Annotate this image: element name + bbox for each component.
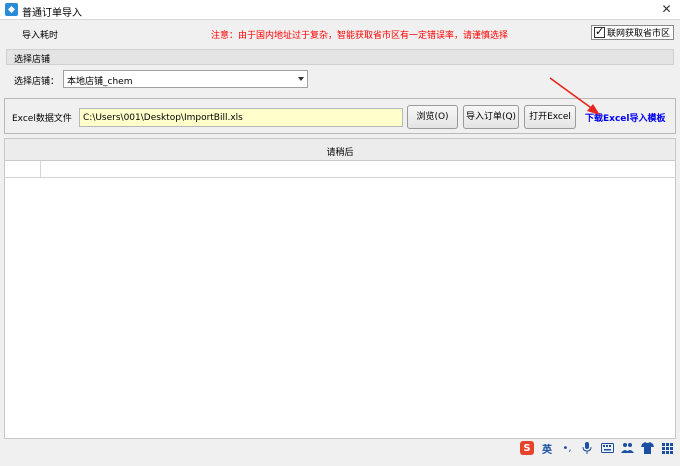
ime-language-toggle[interactable]: 英	[540, 441, 554, 456]
network-checkbox-label: 联网获取省市区	[606, 29, 670, 39]
annotation-arrow-icon	[549, 77, 600, 115]
excel-path-value: C:\Users\001\Desktop\ImportBill.xls	[83, 113, 243, 123]
grid-icon[interactable]	[660, 441, 674, 455]
grid-column-separator	[40, 161, 41, 178]
punctuation-icon[interactable]: •,	[560, 441, 574, 455]
app-icon	[5, 3, 18, 16]
checkbox-checked-icon[interactable]	[593, 25, 605, 38]
import-orders-button[interactable]: 导入订单(Q)	[463, 105, 519, 129]
browse-button[interactable]: 浏览(O)	[407, 105, 458, 129]
window-title: 普通订单导入	[22, 8, 82, 19]
store-section-header: 选择店铺	[6, 49, 674, 65]
title-bar: 普通订单导入 ✕	[0, 0, 680, 20]
notice-text: 注意：由于国内地址过于复杂，智能获取省市区有一定错误率，请谨慎选择	[211, 31, 509, 41]
sogou-ime-icon[interactable]: S	[520, 441, 534, 455]
microphone-icon[interactable]	[580, 441, 594, 455]
grid-header	[5, 161, 675, 178]
excel-path-input[interactable]: C:\Users\001\Desktop\ImportBill.xls	[79, 108, 403, 127]
store-label: 选择店铺：	[14, 77, 60, 87]
store-section-title: 选择店铺	[14, 55, 51, 65]
status-bar: 请稍后	[4, 138, 676, 161]
shirt-icon[interactable]	[640, 441, 654, 455]
people-icon[interactable]	[620, 441, 634, 455]
store-selected-value: 本地店铺_chem	[67, 77, 133, 87]
status-text: 请稍后	[326, 148, 354, 158]
excel-file-label: Excel数据文件	[12, 114, 72, 124]
keyboard-icon[interactable]	[600, 441, 614, 455]
dropdown-arrow-icon[interactable]	[298, 77, 304, 81]
import-time-label: 导入耗时	[22, 31, 59, 41]
top-bar: 导入耗时 注意：由于国内地址过于复杂，智能获取省市区有一定错误率，请谨慎选择 联…	[0, 20, 680, 46]
system-tray: S 英 •,	[520, 441, 674, 456]
system-tray-bar: S 英 •,	[0, 439, 680, 466]
store-select[interactable]: 本地店铺_chem	[63, 70, 308, 88]
network-address-checkbox[interactable]: 联网获取省市区	[590, 25, 674, 40]
close-button[interactable]: ✕	[659, 2, 674, 17]
order-grid[interactable]	[4, 161, 676, 439]
